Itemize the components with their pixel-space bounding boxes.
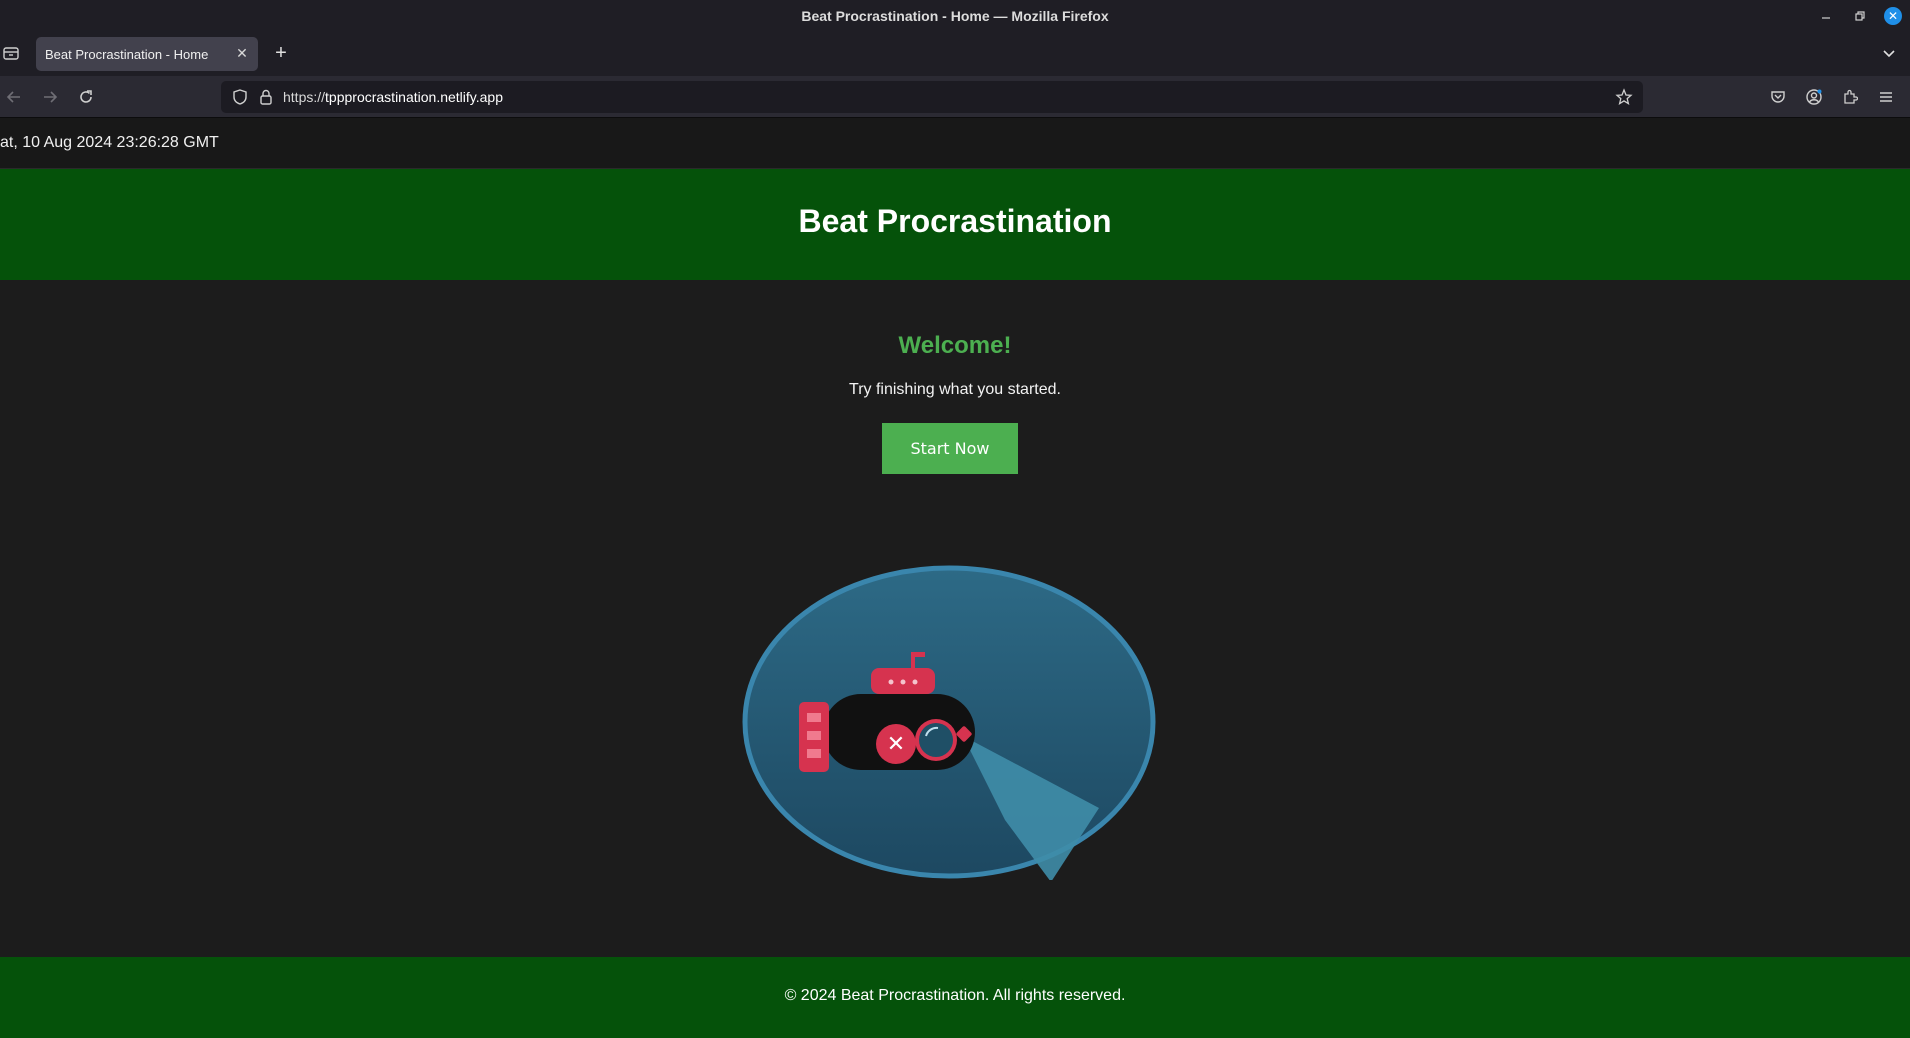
site-header: Beat Procrastination xyxy=(0,169,1910,280)
url-text[interactable]: https://tppprocrastination.netlify.app xyxy=(283,89,503,105)
extensions-icon[interactable] xyxy=(1840,87,1860,107)
submarine-illustration: ✕ xyxy=(741,560,1157,882)
tracking-protection-shield-icon[interactable] xyxy=(231,88,249,106)
welcome-heading: Welcome! xyxy=(898,332,1012,359)
lock-icon[interactable] xyxy=(257,88,275,106)
web-page: at, 10 Aug 2024 23:26:28 GMT Beat Procra… xyxy=(0,118,1910,1038)
close-window-icon[interactable]: ✕ xyxy=(1884,7,1902,25)
firefox-view-icon[interactable] xyxy=(2,44,20,62)
tab-beat-procrastination[interactable]: Beat Procrastination - Home ✕ xyxy=(36,37,258,71)
new-tab-icon[interactable]: + xyxy=(271,43,291,63)
hamburger-menu-icon[interactable] xyxy=(1876,87,1896,107)
tab-title: Beat Procrastination - Home xyxy=(45,46,209,62)
date-bar: at, 10 Aug 2024 23:26:28 GMT xyxy=(0,118,1910,169)
site-title: Beat Procrastination xyxy=(798,203,1112,239)
tagline-text: Try finishing what you started. xyxy=(849,381,1061,398)
start-now-button[interactable]: Start Now xyxy=(882,423,1018,474)
account-icon[interactable] xyxy=(1804,87,1824,107)
bookmark-star-icon[interactable] xyxy=(1615,88,1633,106)
back-arrow-icon[interactable] xyxy=(4,87,24,107)
minimize-icon[interactable] xyxy=(1816,6,1836,26)
window-controls: ✕ xyxy=(1816,6,1902,26)
window-titlebar: Beat Procrastination - Home — Mozilla Fi… xyxy=(0,0,1910,32)
window-title: Beat Procrastination - Home — Mozilla Fi… xyxy=(801,8,1109,24)
navigation-bar: https://tppprocrastination.netlify.app xyxy=(0,76,1910,118)
current-date-time: at, 10 Aug 2024 23:26:28 GMT xyxy=(0,134,219,151)
url-bar[interactable]: https://tppprocrastination.netlify.app xyxy=(221,81,1643,113)
url-scheme: https:// xyxy=(283,89,326,105)
main-content: Welcome! Try finishing what you started.… xyxy=(0,280,1910,957)
copyright-text: © 2024 Beat Procrastination. All rights … xyxy=(784,987,1126,1004)
pocket-icon[interactable] xyxy=(1768,87,1788,107)
site-footer: © 2024 Beat Procrastination. All rights … xyxy=(0,957,1910,1038)
tab-bar: Beat Procrastination - Home ✕ + xyxy=(0,32,1910,76)
restore-icon[interactable] xyxy=(1850,6,1870,26)
url-host: tppprocrastination.netlify.app xyxy=(325,89,503,105)
svg-text:✕: ✕ xyxy=(887,732,905,757)
chevron-down-icon[interactable] xyxy=(1880,44,1898,62)
forward-arrow-icon[interactable] xyxy=(40,87,60,107)
reload-icon[interactable] xyxy=(76,87,96,107)
close-tab-icon[interactable]: ✕ xyxy=(234,45,250,61)
